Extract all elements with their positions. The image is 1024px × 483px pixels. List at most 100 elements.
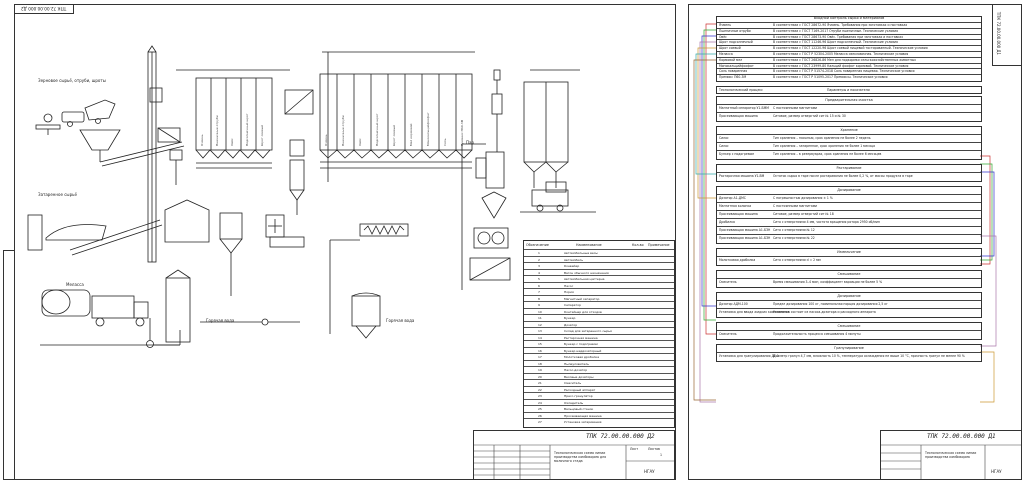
process-header-right: Параметры и показатели	[827, 88, 870, 92]
section-row-spec: Тип хранения – в резервуарах, срок хране…	[773, 152, 882, 156]
section-row-name: Растарочная машина У1-ВМ	[719, 174, 765, 178]
legend-header-qty: Кол-во	[632, 243, 644, 247]
section-title: Предварительная очистка	[825, 98, 873, 102]
bin-label: Шрот соевый	[392, 124, 396, 146]
process-section: Растаривание Растарочная машина У1-ВМ Оста…	[716, 164, 982, 182]
section-row: Установка для ввода жидких компонентов Ус…	[717, 308, 981, 317]
section-title: Дозирование	[837, 188, 861, 192]
bin-label: Монокальцийфосфат	[426, 112, 430, 146]
label-hot-water: Горячая вода	[206, 318, 235, 323]
section-title: Хранение	[840, 128, 858, 132]
section-row: Установка для гранулирования ДГ-1 Диаметр…	[717, 352, 981, 361]
bin-label: Соль	[443, 138, 447, 146]
section-row-spec: Продолжительность процесса смешивания 4 …	[773, 332, 861, 336]
section-row: Смеситель Продолжительность процесса смеш…	[717, 330, 981, 339]
section-row-spec: Сито с отверстиями № 12	[773, 228, 815, 232]
section-title: Смешивание	[837, 324, 861, 328]
process-section: Смешивание Смеситель Продолжительность про…	[716, 322, 982, 340]
section-row-spec: С погрешностью дозирования ± 1 %	[773, 196, 833, 200]
process-section: Дозирование Дозатор АДМ-100 Предел дозиров…	[716, 292, 982, 318]
label-meal-input: Затаренное сырьё	[38, 192, 77, 197]
incoming-spec: В соответствии с ГОСТ Р 51095-2017 Преми…	[773, 75, 888, 80]
bin-label: Ячмень	[324, 134, 328, 146]
section-row-name: Дробилка	[719, 220, 735, 224]
bin-label: Подсолнечный шрот	[375, 113, 379, 146]
section-row-name: Установка для гранулирования ДГ-1	[719, 354, 779, 358]
process-section: Смешивание Смеситель Время смешивания 3–4 …	[716, 270, 982, 288]
section-row-spec: Тип хранения – насыпью, срок хранения не…	[773, 136, 871, 140]
section-row-name: Дозатор А1-ДМС	[719, 196, 746, 200]
section-row-spec: Тип хранения – затаренное, срок хранения…	[773, 144, 875, 148]
title-block: ТПК 72.00.00.000 Д2 Технологическая схем…	[473, 430, 675, 480]
bin-label: Ячмень	[200, 134, 204, 146]
section-row-name: Силос	[719, 144, 729, 148]
section-title: Измельчение	[837, 250, 861, 254]
section-row-spec: Сито с отверстиями d = 2 мм	[773, 258, 821, 262]
section-row-spec: Установка состоит из насоса-дозатора и р…	[773, 310, 876, 314]
section-row-spec: С постоянными магнитами	[773, 106, 818, 110]
drawing-sheet-process-scheme: ТПК 72.00.00.000 Д2 Зерновое сырьё, отру…	[0, 0, 678, 483]
label-molasses-input: Меласса	[66, 282, 84, 287]
section-row-name: Силос	[719, 136, 729, 140]
section-row-spec: Остаток сырья в таре после растаривания …	[773, 174, 913, 178]
section-row-spec: Ситовое, размер отверстий сит № 15 и № 3…	[773, 114, 846, 118]
bin-label: Премикс П60-3М	[460, 119, 464, 146]
section-row-name: Смеситель	[719, 280, 737, 284]
bin-label: Овёс	[230, 138, 234, 146]
section-row-name: Просеивающая машина А1-БЗН	[719, 228, 771, 232]
title-block-right: ТПК 72.00.00.000 Д1 Технологическая схем…	[880, 430, 1022, 480]
bin-label: Пшеничные отруби	[341, 115, 345, 146]
equipment-legend-table: Обозначение Наименование Кол-во Примечан…	[523, 240, 675, 428]
legend-header-note: Примечание	[648, 243, 670, 247]
section-title: Дозирование	[837, 294, 861, 298]
section-row: Молотковая дробилка Сито с отверстиями d …	[717, 256, 981, 265]
bin-label: Шрот соевый	[260, 124, 264, 146]
process-section: Дозирование Дозатор А1-ДМС С погрешностью …	[716, 186, 982, 244]
label-grain-input: Зерновое сырьё, отруби, шроты	[38, 78, 106, 83]
section-title: Смешивание	[837, 272, 861, 276]
section-row: Просеивающая машина А1-БЗН Сито с отверст…	[717, 234, 981, 243]
section-row-name: Дозатор АДМ-100	[719, 302, 748, 306]
section-row-name: Просеивающая машина	[719, 212, 758, 216]
section-row: Просеивающая машина Ситовое, размер отвер…	[717, 112, 981, 121]
section-row-name: Просеивающая машина А1-БЗН	[719, 236, 771, 240]
section-row-name: Молотковая дробилка	[719, 258, 756, 262]
section-row-name: Магнитная колонка	[719, 204, 752, 208]
legend-pos: 27	[538, 420, 542, 424]
legend-header-pos: Обозначение	[526, 243, 549, 247]
process-section: Гранулирование Установка для гранулирован…	[716, 344, 982, 362]
section-title: Растаривание	[836, 166, 862, 170]
section-title: Гранулирование	[834, 346, 864, 350]
section-row-spec: Сито с отверстиями 4 мм, частота вращени…	[773, 220, 880, 224]
incoming-row: Премикс П60-3М В соответствии с ГОСТ Р 51…	[717, 74, 981, 81]
drawing-sheet-quality-control: ТПК 72.00.00.000 Д1 Входной контроль сыр…	[680, 0, 1024, 483]
incoming-name: Шрот соевый	[719, 46, 741, 51]
title-block-grid	[474, 444, 674, 479]
incoming-spec: В соответствии с ГОСТ 12220-96 Шрот соев…	[773, 46, 928, 51]
incoming-name: Премикс П60-3М	[719, 75, 747, 80]
bin-label: Пшеничные отруби	[215, 115, 219, 146]
section-row-name: Бункер с подогревом	[719, 152, 754, 156]
bin-label: Мел кормовой	[409, 123, 413, 146]
section-row: Растарочная машина У1-ВМ Остаток сырья в …	[717, 172, 981, 181]
process-section: Предварительная очистка Магнитный сепарат…	[716, 96, 982, 122]
section-row-spec: Предел дозирования 100 кг, номинальная п…	[773, 302, 888, 306]
section-row-name: Просеивающая машина	[719, 114, 758, 118]
section-row-spec: Ситовое, размер отверстий сит № 18	[773, 212, 834, 216]
legend-header: Обозначение Наименование Кол-во Примечан…	[524, 241, 674, 249]
section-row-spec: Сито с отверстиями № 22	[773, 236, 815, 240]
legend-row: 27 Установка затаривания	[524, 418, 674, 426]
section-row-spec: Время смешивания 3–4 мин, коэффициент ва…	[773, 280, 883, 284]
process-header-left: Технологический процесс	[719, 88, 763, 92]
section-row-spec: С постоянными магнитами	[773, 204, 818, 208]
label-hot-water-2: Горячая вода	[386, 318, 415, 323]
bin-label: Овёс	[358, 138, 362, 146]
title-block-right-grid	[881, 444, 1021, 479]
process-header: Технологический процесс Параметры и пока…	[716, 86, 982, 94]
section-row-name: Смеситель	[719, 332, 737, 336]
section-row: Смеситель Время смешивания 3–4 мин, коэфф…	[717, 278, 981, 287]
incoming-header: Входной контроль сырья и материалов	[813, 16, 885, 20]
legend-header-name: Наименование	[576, 243, 602, 247]
process-section: Измельчение Молотковая дробилка Сито с отв…	[716, 248, 982, 266]
section-row-spec: Диаметр гранул 4,7 мм, влажность 10 %, т…	[773, 354, 965, 358]
